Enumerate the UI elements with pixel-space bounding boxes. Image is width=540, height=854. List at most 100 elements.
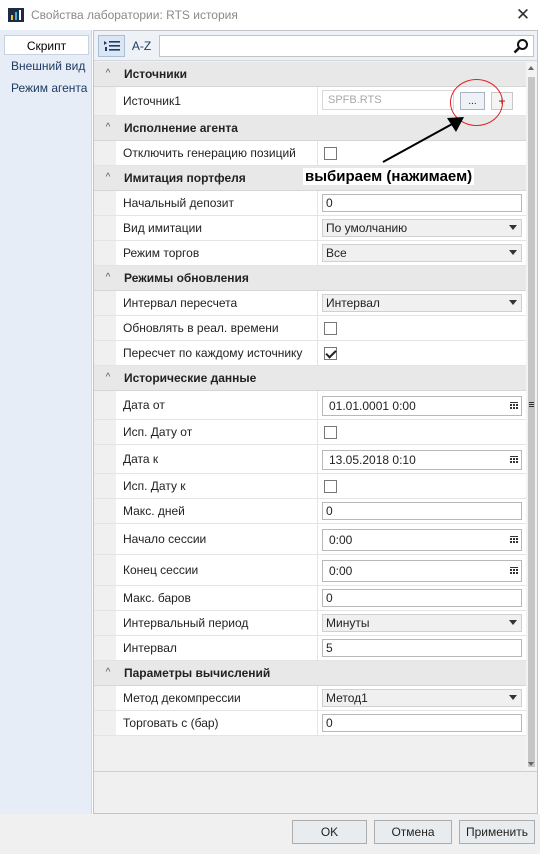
chevron-up-icon[interactable]: ^ bbox=[102, 373, 114, 383]
category-update-modes[interactable]: ^ Режимы обновления bbox=[94, 266, 526, 291]
chevron-up-icon[interactable]: ^ bbox=[102, 69, 114, 79]
property-grid: A-Z ^ Источники Источник1 SPFB.RTS ... +… bbox=[93, 30, 538, 814]
property-name: Макс. дней bbox=[116, 499, 318, 523]
recalc-each-source-checkbox[interactable] bbox=[324, 347, 337, 360]
description-panel bbox=[94, 771, 537, 813]
select-value: Все bbox=[326, 246, 347, 260]
property-name: Режим торгов bbox=[116, 241, 318, 265]
calendar-icon[interactable] bbox=[510, 536, 518, 544]
category-history[interactable]: ^ Исторические данные bbox=[94, 366, 526, 391]
dropdown-arrow-icon bbox=[509, 300, 517, 305]
vertical-scrollbar[interactable] bbox=[526, 62, 537, 770]
dropdown-arrow-icon bbox=[509, 695, 517, 700]
annotation-text: выбираем (нажимаем) bbox=[303, 168, 475, 185]
property-name: Источник1 bbox=[116, 87, 318, 115]
categorized-icon bbox=[103, 41, 120, 51]
property-name: Интервальный период bbox=[116, 611, 318, 635]
property-name: Метод декомпрессии bbox=[116, 686, 318, 710]
property-row-date-from: Дата от 01.01.0001 0:00 bbox=[94, 391, 526, 420]
calendar-icon[interactable] bbox=[510, 402, 518, 410]
scrollbar-thumb[interactable] bbox=[528, 77, 535, 767]
property-row-max-bars: Макс. баров 0 bbox=[94, 586, 526, 611]
property-row-max-days: Макс. дней 0 bbox=[94, 499, 526, 524]
search-input[interactable] bbox=[159, 35, 534, 57]
session-start-picker[interactable]: 0:00 bbox=[322, 529, 522, 551]
interval-period-select[interactable]: Минуты bbox=[322, 614, 522, 632]
property-row-initial-deposit: Начальный депозит 0 bbox=[94, 191, 526, 216]
property-row-interval-period: Интервальный период Минуты bbox=[94, 611, 526, 636]
close-icon[interactable]: ✕ bbox=[508, 2, 538, 28]
search-icon[interactable] bbox=[513, 38, 529, 54]
nav-item-agent-mode[interactable]: Режим агента bbox=[4, 78, 89, 98]
chevron-up-icon[interactable]: ^ bbox=[102, 273, 114, 283]
imitation-type-select[interactable]: По умолчанию bbox=[322, 219, 522, 237]
date-value: 13.05.2018 0:10 bbox=[329, 453, 416, 467]
category-label: Источники bbox=[124, 67, 188, 81]
dialog-button-bar: OK Отмена Применить bbox=[0, 814, 540, 854]
select-value: Интервал bbox=[326, 296, 380, 310]
chevron-up-icon[interactable]: ^ bbox=[102, 123, 114, 133]
recalc-interval-select[interactable]: Интервал bbox=[322, 294, 522, 312]
window-title: Свойства лаборатории: RTS история bbox=[31, 8, 238, 22]
chevron-up-icon[interactable]: ^ bbox=[102, 668, 114, 678]
property-name: Отключить генерацию позиций bbox=[116, 141, 318, 165]
realtime-update-checkbox[interactable] bbox=[324, 322, 337, 335]
property-row-recalc-interval: Интервал пересчета Интервал bbox=[94, 291, 526, 316]
property-name: Исп. Дату к bbox=[116, 474, 318, 498]
property-row-use-date-to: Исп. Дату к bbox=[94, 474, 526, 499]
source-value-field[interactable]: SPFB.RTS bbox=[322, 90, 454, 110]
categorized-view-button[interactable] bbox=[98, 35, 125, 57]
trade-from-bar-input[interactable]: 0 bbox=[322, 714, 522, 732]
category-calculation[interactable]: ^ Параметры вычислений bbox=[94, 661, 526, 686]
ok-button[interactable]: OK bbox=[292, 820, 367, 844]
interval-input[interactable]: 5 bbox=[322, 639, 522, 657]
property-name: Начальный депозит bbox=[116, 191, 318, 215]
nav-item-appearance[interactable]: Внешний вид bbox=[4, 56, 89, 76]
max-days-input[interactable]: 0 bbox=[322, 502, 522, 520]
property-name: Начало сессии bbox=[116, 524, 318, 554]
date-from-picker[interactable]: 01.01.0001 0:00 bbox=[322, 396, 522, 416]
time-value: 0:00 bbox=[329, 564, 353, 578]
apply-button[interactable]: Применить bbox=[459, 820, 535, 844]
cancel-button[interactable]: Отмена bbox=[374, 820, 452, 844]
date-value: 01.01.0001 0:00 bbox=[329, 399, 416, 413]
alphabetical-sort-button[interactable]: A-Z bbox=[128, 35, 155, 57]
disable-positions-checkbox[interactable] bbox=[324, 147, 337, 160]
dropdown-arrow-icon bbox=[509, 250, 517, 255]
category-label: Исторические данные bbox=[124, 371, 257, 385]
trade-mode-select[interactable]: Все bbox=[322, 244, 522, 262]
property-name: Торговать с (бар) bbox=[116, 711, 318, 735]
max-bars-input[interactable]: 0 bbox=[322, 589, 522, 607]
property-name: Дата к bbox=[116, 445, 318, 473]
property-row-session-start: Начало сессии 0:00 bbox=[94, 524, 526, 555]
calendar-icon[interactable] bbox=[510, 456, 518, 464]
property-row-realtime-update: Обновлять в реал. времени bbox=[94, 316, 526, 341]
scroll-up-icon[interactable] bbox=[528, 66, 534, 70]
chevron-up-icon[interactable]: ^ bbox=[102, 173, 114, 183]
dropdown-arrow-icon bbox=[509, 620, 517, 625]
property-name: Исп. Дату от bbox=[116, 420, 318, 444]
property-name: Дата от bbox=[116, 391, 318, 419]
select-value: По умолчанию bbox=[326, 221, 408, 235]
calendar-icon[interactable] bbox=[510, 567, 518, 575]
nav-item-script[interactable]: Скрипт bbox=[4, 35, 89, 55]
decompression-select[interactable]: Метод1 bbox=[322, 689, 522, 707]
time-value: 0:00 bbox=[329, 533, 353, 547]
use-date-to-checkbox[interactable] bbox=[324, 480, 337, 493]
property-row-use-date-from: Исп. Дату от bbox=[94, 420, 526, 445]
property-row-recalc-each-source: Пересчет по каждому источнику bbox=[94, 341, 526, 366]
annotation-arrow bbox=[382, 117, 464, 163]
select-value: Метод1 bbox=[326, 691, 368, 705]
grid-toolbar: A-Z bbox=[94, 31, 537, 61]
initial-deposit-input[interactable]: 0 bbox=[322, 194, 522, 212]
category-label: Режимы обновления bbox=[124, 271, 249, 285]
session-end-picker[interactable]: 0:00 bbox=[322, 560, 522, 582]
dropdown-arrow-icon bbox=[509, 225, 517, 230]
category-label: Параметры вычислений bbox=[124, 666, 271, 680]
use-date-from-checkbox[interactable] bbox=[324, 426, 337, 439]
date-to-picker[interactable]: 13.05.2018 0:10 bbox=[322, 450, 522, 470]
scroll-down-icon[interactable] bbox=[528, 762, 534, 766]
property-row-imitation-type: Вид имитации По умолчанию bbox=[94, 216, 526, 241]
grip-icon bbox=[529, 402, 534, 407]
left-nav: Скрипт Внешний вид Режим агента bbox=[0, 30, 92, 814]
